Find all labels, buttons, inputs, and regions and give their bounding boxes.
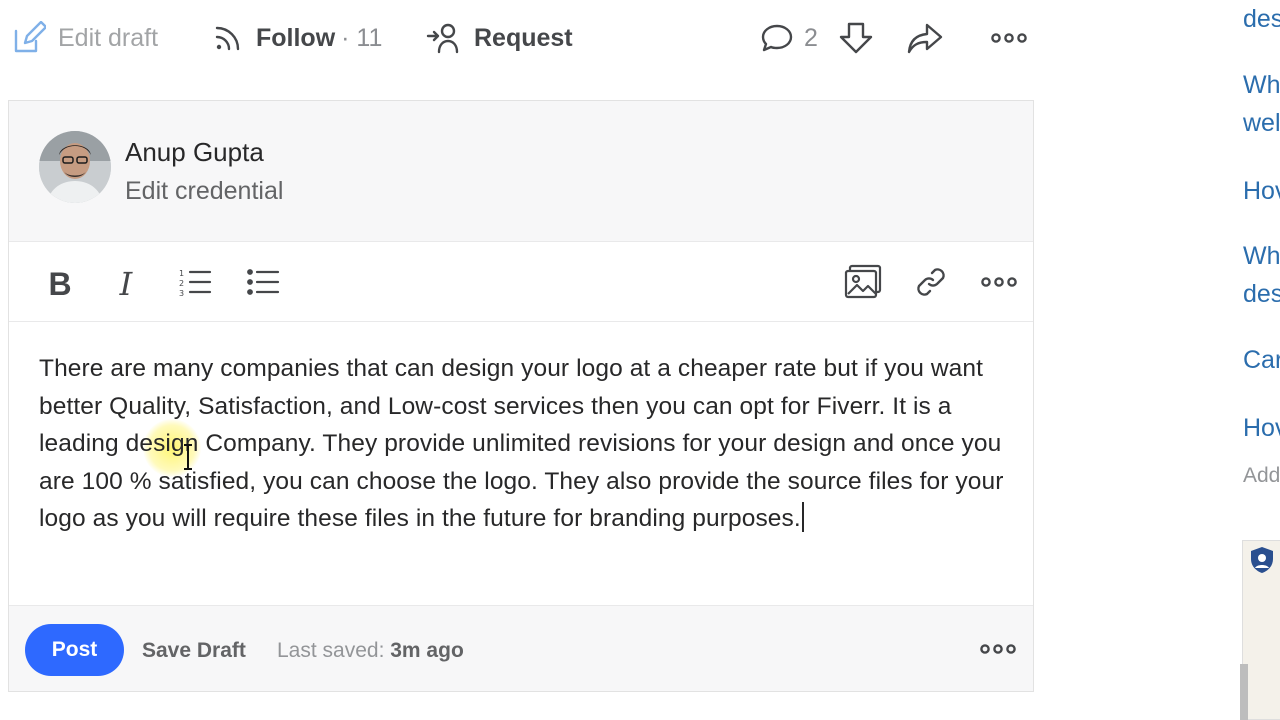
answer-action-bar: Edit draft Follow · 11 Request 2 [0,0,1040,76]
avatar[interactable] [39,131,111,203]
insert-link-button[interactable] [913,264,949,304]
comment-count: 2 [804,23,818,52]
shield-logo-icon [1249,546,1275,574]
author-name[interactable]: Anup Gupta [125,137,264,168]
request-button[interactable]: Request [426,18,573,58]
related-question-link[interactable]: Wh [1243,237,1280,275]
comment-button[interactable]: 2 [760,18,818,58]
related-question-link[interactable]: Hov [1243,172,1280,210]
last-saved-value: 3m ago [390,639,464,662]
editor-footer: Post Save Draft Last saved: 3m ago [9,605,1033,691]
related-question-link[interactable]: wel [1243,104,1280,142]
italic-button[interactable]: I [111,264,141,304]
share-button[interactable] [906,18,944,58]
add-question-link[interactable]: Add [1243,464,1280,488]
related-questions-sidebar: des Wh wel Hov Wh des Car Hov Add [1240,0,1280,720]
more-icon [980,275,1018,293]
formatting-toolbar: B I 1 2 3 [9,242,1033,322]
pencil-icon [12,21,46,55]
related-question-link[interactable]: des [1243,275,1280,313]
downvote-icon [838,21,874,55]
more-icon [990,32,1028,44]
toolbar-more-button[interactable] [979,264,1019,304]
insert-image-button[interactable] [843,264,883,304]
downvote-button[interactable] [838,18,874,58]
post-button[interactable]: Post [25,624,124,676]
request-icon [426,22,462,54]
edit-draft-button[interactable]: Edit draft [12,18,158,58]
footer-more-button[interactable] [979,634,1019,664]
image-icon [844,264,882,305]
author-header: Anup Gupta Edit credential [9,101,1033,242]
svg-text:1: 1 [179,269,184,278]
more-options-button[interactable] [990,18,1028,58]
bulleted-list-button[interactable] [245,264,281,304]
follow-count: · 11 [341,23,383,52]
follow-button[interactable]: Follow · 11 [212,18,382,58]
related-question-link[interactable]: Hov [1243,409,1280,447]
comment-icon [760,22,794,54]
share-icon [906,21,944,55]
bold-button[interactable]: B [43,264,77,304]
bulleted-list-icon [246,267,280,302]
rss-icon [212,22,244,54]
follow-label: Follow [256,23,336,52]
numbered-list-button[interactable]: 1 2 3 [177,264,213,304]
save-draft-button[interactable]: Save Draft [142,639,246,663]
text-caret [801,502,804,533]
related-question-link[interactable]: des [1243,0,1280,38]
related-question-link[interactable]: Car [1243,341,1280,379]
numbered-list-icon: 1 2 3 [178,267,212,302]
more-icon [979,644,1017,668]
mouse-cursor-icon [183,444,193,470]
svg-text:2: 2 [179,279,184,288]
answer-text-area[interactable]: There are many companies that can design… [9,322,1033,674]
last-saved-label: Last saved: [277,639,385,662]
request-label: Request [474,23,573,52]
svg-text:3: 3 [179,289,184,297]
link-icon [914,265,948,304]
edit-draft-label: Edit draft [58,23,159,52]
answer-editor: Anup Gupta Edit credential B I 1 2 3 The… [8,100,1034,692]
edit-credential-link[interactable]: Edit credential [125,177,283,206]
last-saved-status: Last saved: 3m ago [277,639,464,663]
related-question-link[interactable]: Wh [1243,66,1280,104]
page-scrollbar[interactable] [1240,664,1248,720]
